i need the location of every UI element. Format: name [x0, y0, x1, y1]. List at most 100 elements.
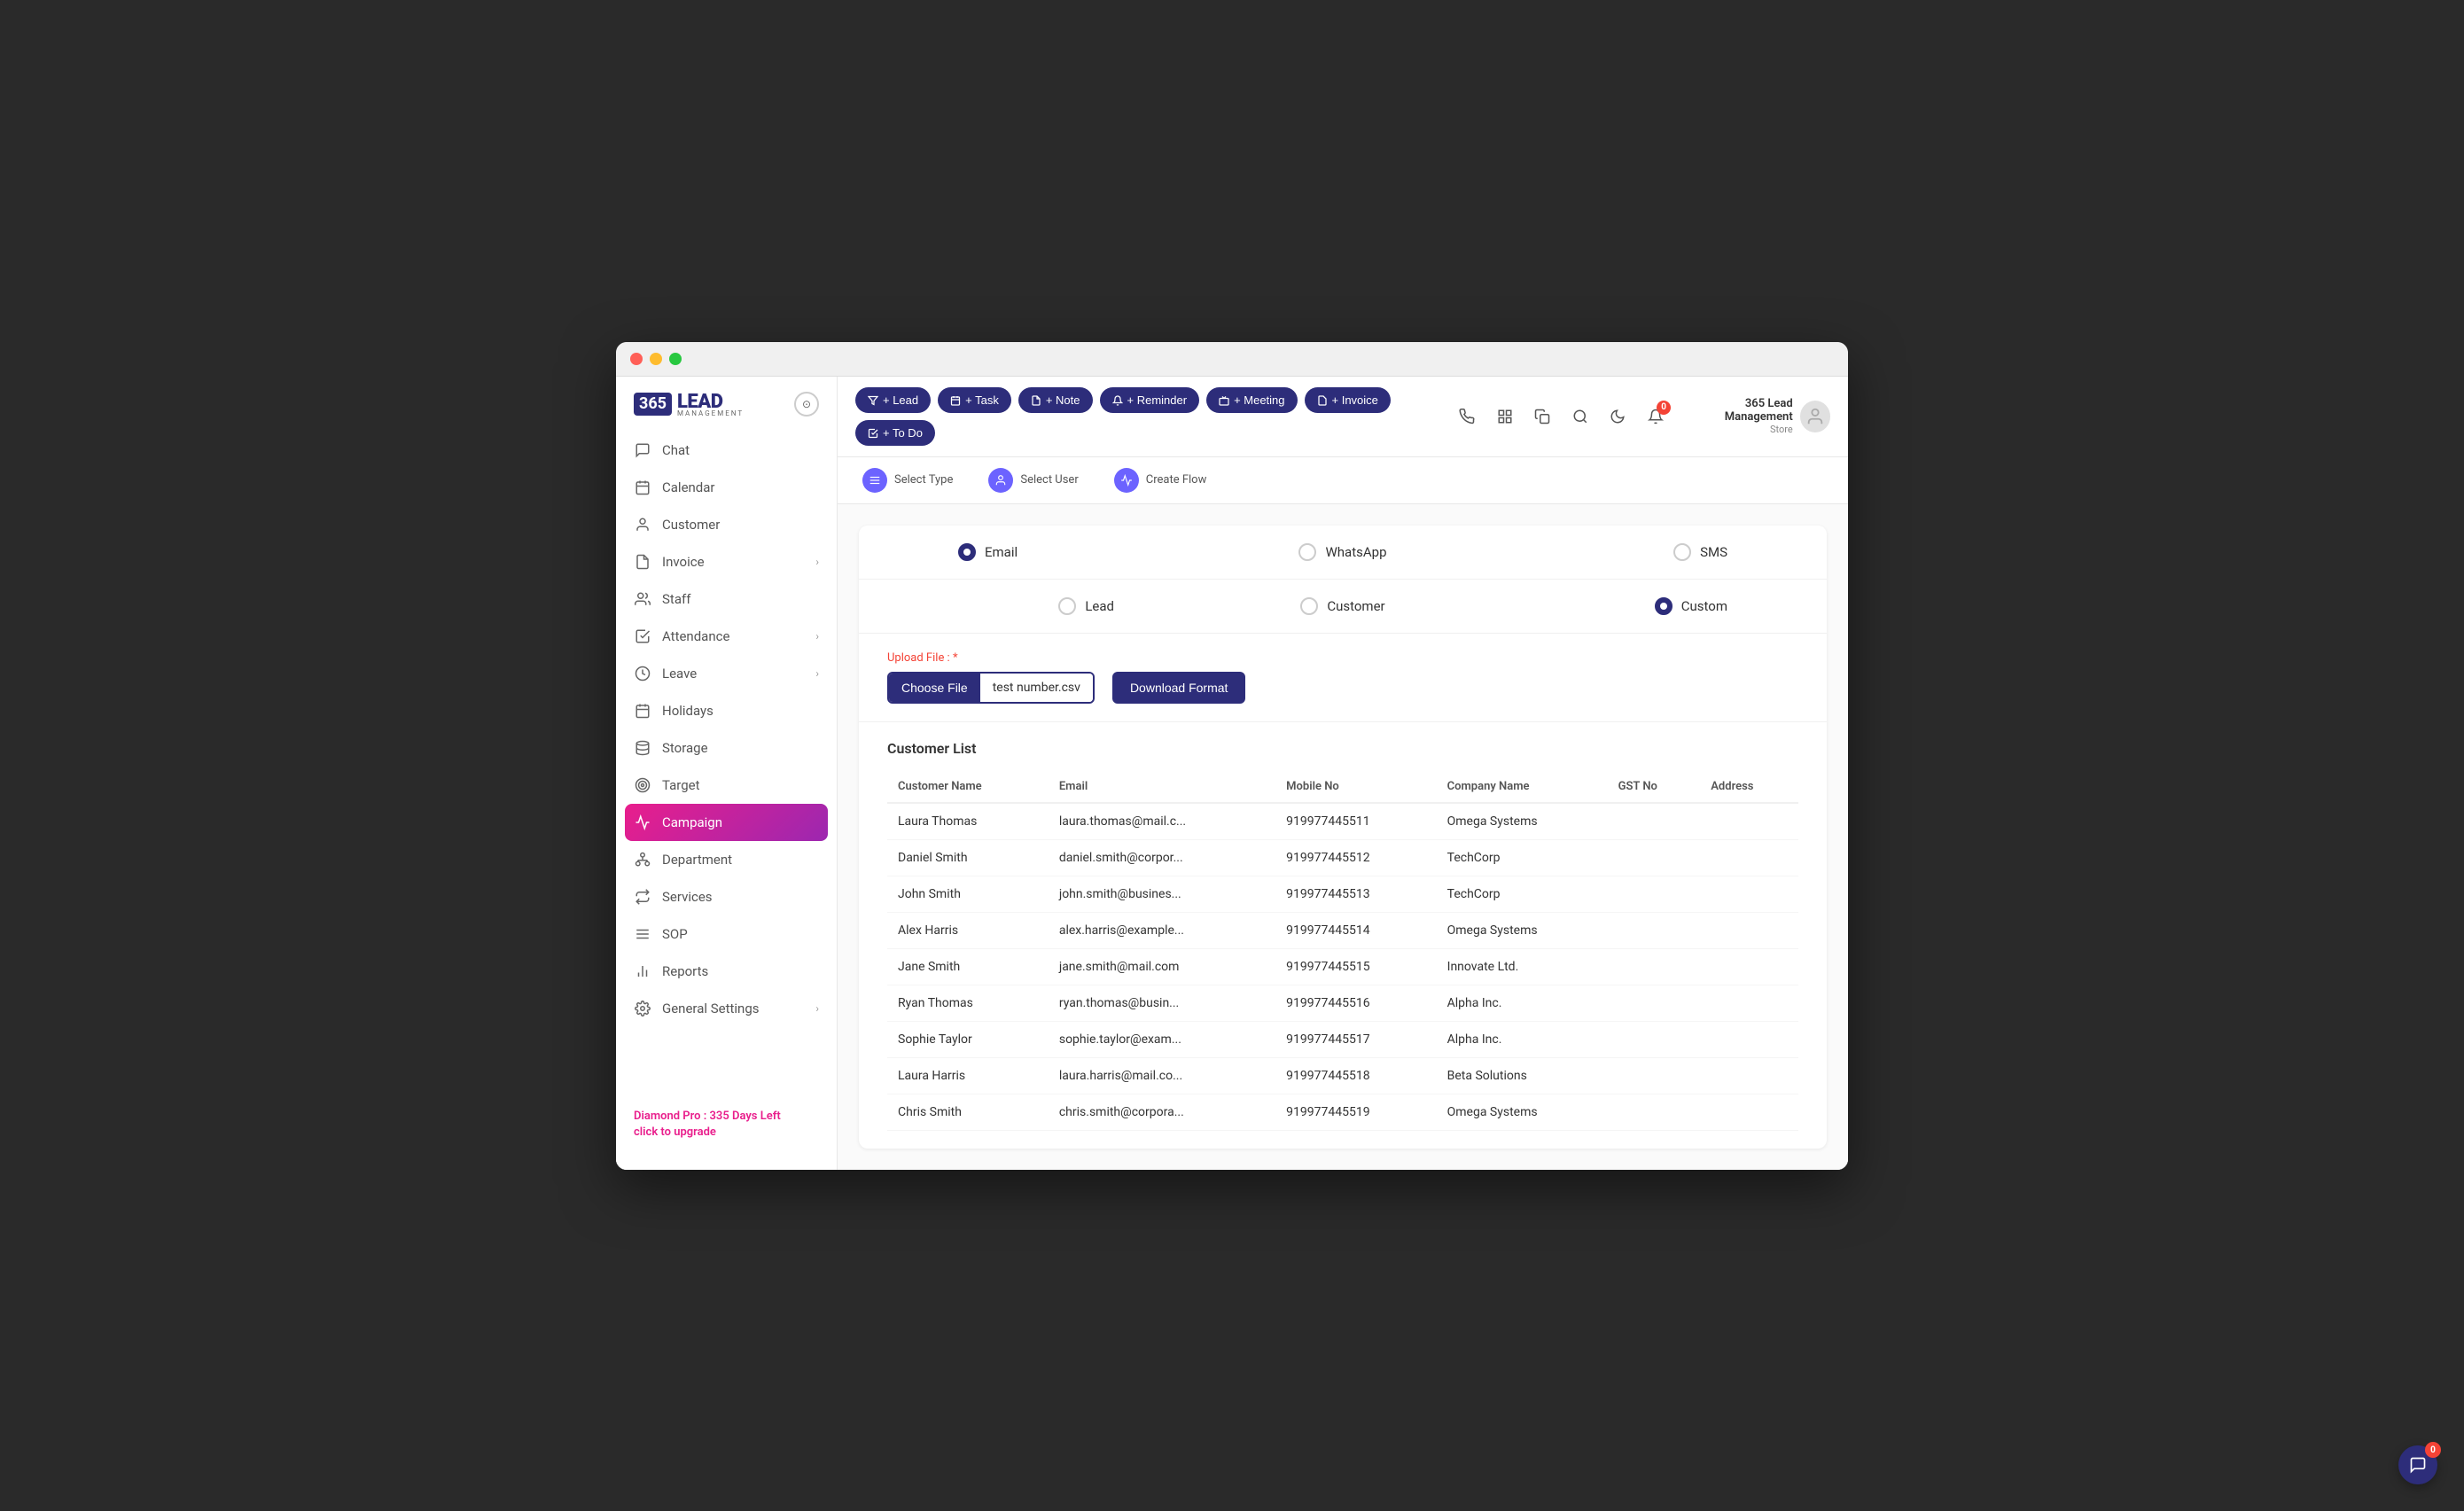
cell-name: Laura Thomas [887, 803, 1049, 840]
task-button[interactable]: + Task [938, 387, 1011, 413]
cell-email: laura.harris@mail.co... [1049, 1057, 1275, 1094]
user-info[interactable]: 365 Lead Management Store [1680, 397, 1830, 435]
logo-tagline: MANAGEMENT [677, 409, 744, 417]
reminder-icon [1112, 393, 1123, 407]
sidebar-item-services[interactable]: Services [616, 878, 837, 915]
notification-btn[interactable]: 0 [1642, 402, 1670, 431]
custom-radio[interactable]: Custom [1655, 597, 1727, 615]
cell-mobile: 919977445511 [1275, 803, 1436, 840]
col-mobile: Mobile No [1275, 771, 1436, 803]
cell-company: Innovate Ltd. [1437, 948, 1608, 985]
col-company: Company Name [1437, 771, 1608, 803]
grid-icon-btn[interactable] [1491, 402, 1518, 431]
sub-label-select-user: Select User [1020, 473, 1078, 487]
cell-name: Sophie Taylor [887, 1021, 1049, 1057]
cell-name: Laura Harris [887, 1057, 1049, 1094]
sidebar-label-chat: Chat [662, 442, 819, 458]
meeting-button[interactable]: + Meeting [1206, 387, 1297, 413]
attendance-arrow: › [815, 630, 819, 643]
search-icon-btn[interactable] [1567, 402, 1595, 431]
todo-icon [868, 426, 878, 440]
campaign-icon [634, 814, 651, 831]
sidebar-item-general-settings[interactable]: General Settings › [616, 990, 837, 1027]
cell-address [1700, 1021, 1798, 1057]
invoice-icon [634, 553, 651, 571]
logo: 365 LEAD MANAGEMENT [634, 391, 744, 417]
sidebar-item-department[interactable]: Department [616, 841, 837, 878]
cell-mobile: 919977445514 [1275, 912, 1436, 948]
notification-badge: 0 [1657, 401, 1671, 415]
user-avatar[interactable] [1800, 401, 1830, 432]
sidebar-item-customer[interactable]: Customer [616, 506, 837, 543]
cell-gst [1608, 985, 1701, 1021]
sidebar-item-staff[interactable]: Staff [616, 580, 837, 618]
upgrade-section[interactable]: Diamond Pro : 335 Days Left click to upg… [616, 1094, 837, 1155]
cell-gst [1608, 948, 1701, 985]
cell-address [1700, 948, 1798, 985]
sidebar-item-calendar[interactable]: Calendar [616, 469, 837, 506]
todo-button[interactable]: + To Do [855, 420, 935, 446]
cell-address [1700, 1094, 1798, 1130]
moon-icon-btn[interactable] [1604, 402, 1632, 431]
cell-company: TechCorp [1437, 839, 1608, 876]
phone-icon-btn[interactable] [1454, 402, 1481, 431]
app-window: 365 LEAD MANAGEMENT ⊙ Chat [616, 342, 1848, 1170]
sidebar-item-reports[interactable]: Reports [616, 953, 837, 990]
lead-radio[interactable]: Lead [1058, 597, 1114, 615]
sidebar-item-sop[interactable]: SOP [616, 915, 837, 953]
sub-item-create-flow[interactable]: Create Flow [1107, 464, 1214, 496]
copy-icon-btn[interactable] [1529, 402, 1556, 431]
note-icon [1031, 393, 1041, 407]
sub-label-create-flow: Create Flow [1146, 473, 1207, 487]
sidebar-item-campaign[interactable]: Campaign [625, 804, 828, 841]
sms-radio[interactable]: SMS [1673, 543, 1727, 561]
choose-file-button[interactable]: Choose File [889, 674, 980, 702]
close-dot[interactable] [630, 353, 643, 365]
floating-chat-button[interactable]: 0 [2398, 1445, 2437, 1484]
cell-email: ryan.thomas@busin... [1049, 985, 1275, 1021]
channel-section: Email WhatsApp SMS [859, 526, 1827, 580]
upgrade-text[interactable]: Diamond Pro : 335 Days Left click to upg… [634, 1109, 819, 1141]
cell-gst [1608, 912, 1701, 948]
sidebar-label-holidays: Holidays [662, 703, 819, 719]
cell-mobile: 919977445517 [1275, 1021, 1436, 1057]
whatsapp-radio[interactable]: WhatsApp [1298, 543, 1386, 561]
main-area: + Lead + Task + Note [838, 377, 1848, 1170]
sidebar-item-storage[interactable]: Storage [616, 729, 837, 767]
minimize-dot[interactable] [650, 353, 662, 365]
sidebar-item-attendance[interactable]: Attendance › [616, 618, 837, 655]
customer-radio[interactable]: Customer [1300, 597, 1384, 615]
sidebar-label-storage: Storage [662, 740, 819, 756]
cell-email: alex.harris@example... [1049, 912, 1275, 948]
sidebar-label-department: Department [662, 852, 819, 868]
download-format-button[interactable]: Download Format [1112, 672, 1246, 704]
cell-name: Jane Smith [887, 948, 1049, 985]
cell-gst [1608, 1057, 1701, 1094]
lead-button[interactable]: + Lead [855, 387, 931, 413]
cell-email: laura.thomas@mail.c... [1049, 803, 1275, 840]
reminder-button[interactable]: + Reminder [1100, 387, 1200, 413]
sidebar-label-customer: Customer [662, 517, 819, 533]
sidebar-item-invoice[interactable]: Invoice › [616, 543, 837, 580]
upload-label: Upload File : * [887, 651, 1798, 665]
email-radio[interactable]: Email [958, 543, 1018, 561]
maximize-dot[interactable] [669, 353, 682, 365]
sop-icon [634, 925, 651, 943]
sub-item-select-user[interactable]: Select User [981, 464, 1085, 496]
meeting-icon [1219, 393, 1229, 407]
sub-item-select-type[interactable]: Select Type [855, 464, 960, 496]
table-row: John Smithjohn.smith@busines...919977445… [887, 876, 1798, 912]
invoice-button[interactable]: + Invoice [1305, 387, 1391, 413]
sidebar-item-target[interactable]: Target [616, 767, 837, 804]
sidebar-item-chat[interactable]: Chat [616, 432, 837, 469]
sidebar-item-holidays[interactable]: Holidays [616, 692, 837, 729]
note-button[interactable]: + Note [1018, 387, 1093, 413]
cell-address [1700, 912, 1798, 948]
customer-icon [634, 516, 651, 534]
sidebar-item-leave[interactable]: Leave › [616, 655, 837, 692]
cell-mobile: 919977445518 [1275, 1057, 1436, 1094]
staff-icon [634, 590, 651, 608]
cell-mobile: 919977445512 [1275, 839, 1436, 876]
settings-badge[interactable]: ⊙ [794, 392, 819, 417]
cell-email: jane.smith@mail.com [1049, 948, 1275, 985]
